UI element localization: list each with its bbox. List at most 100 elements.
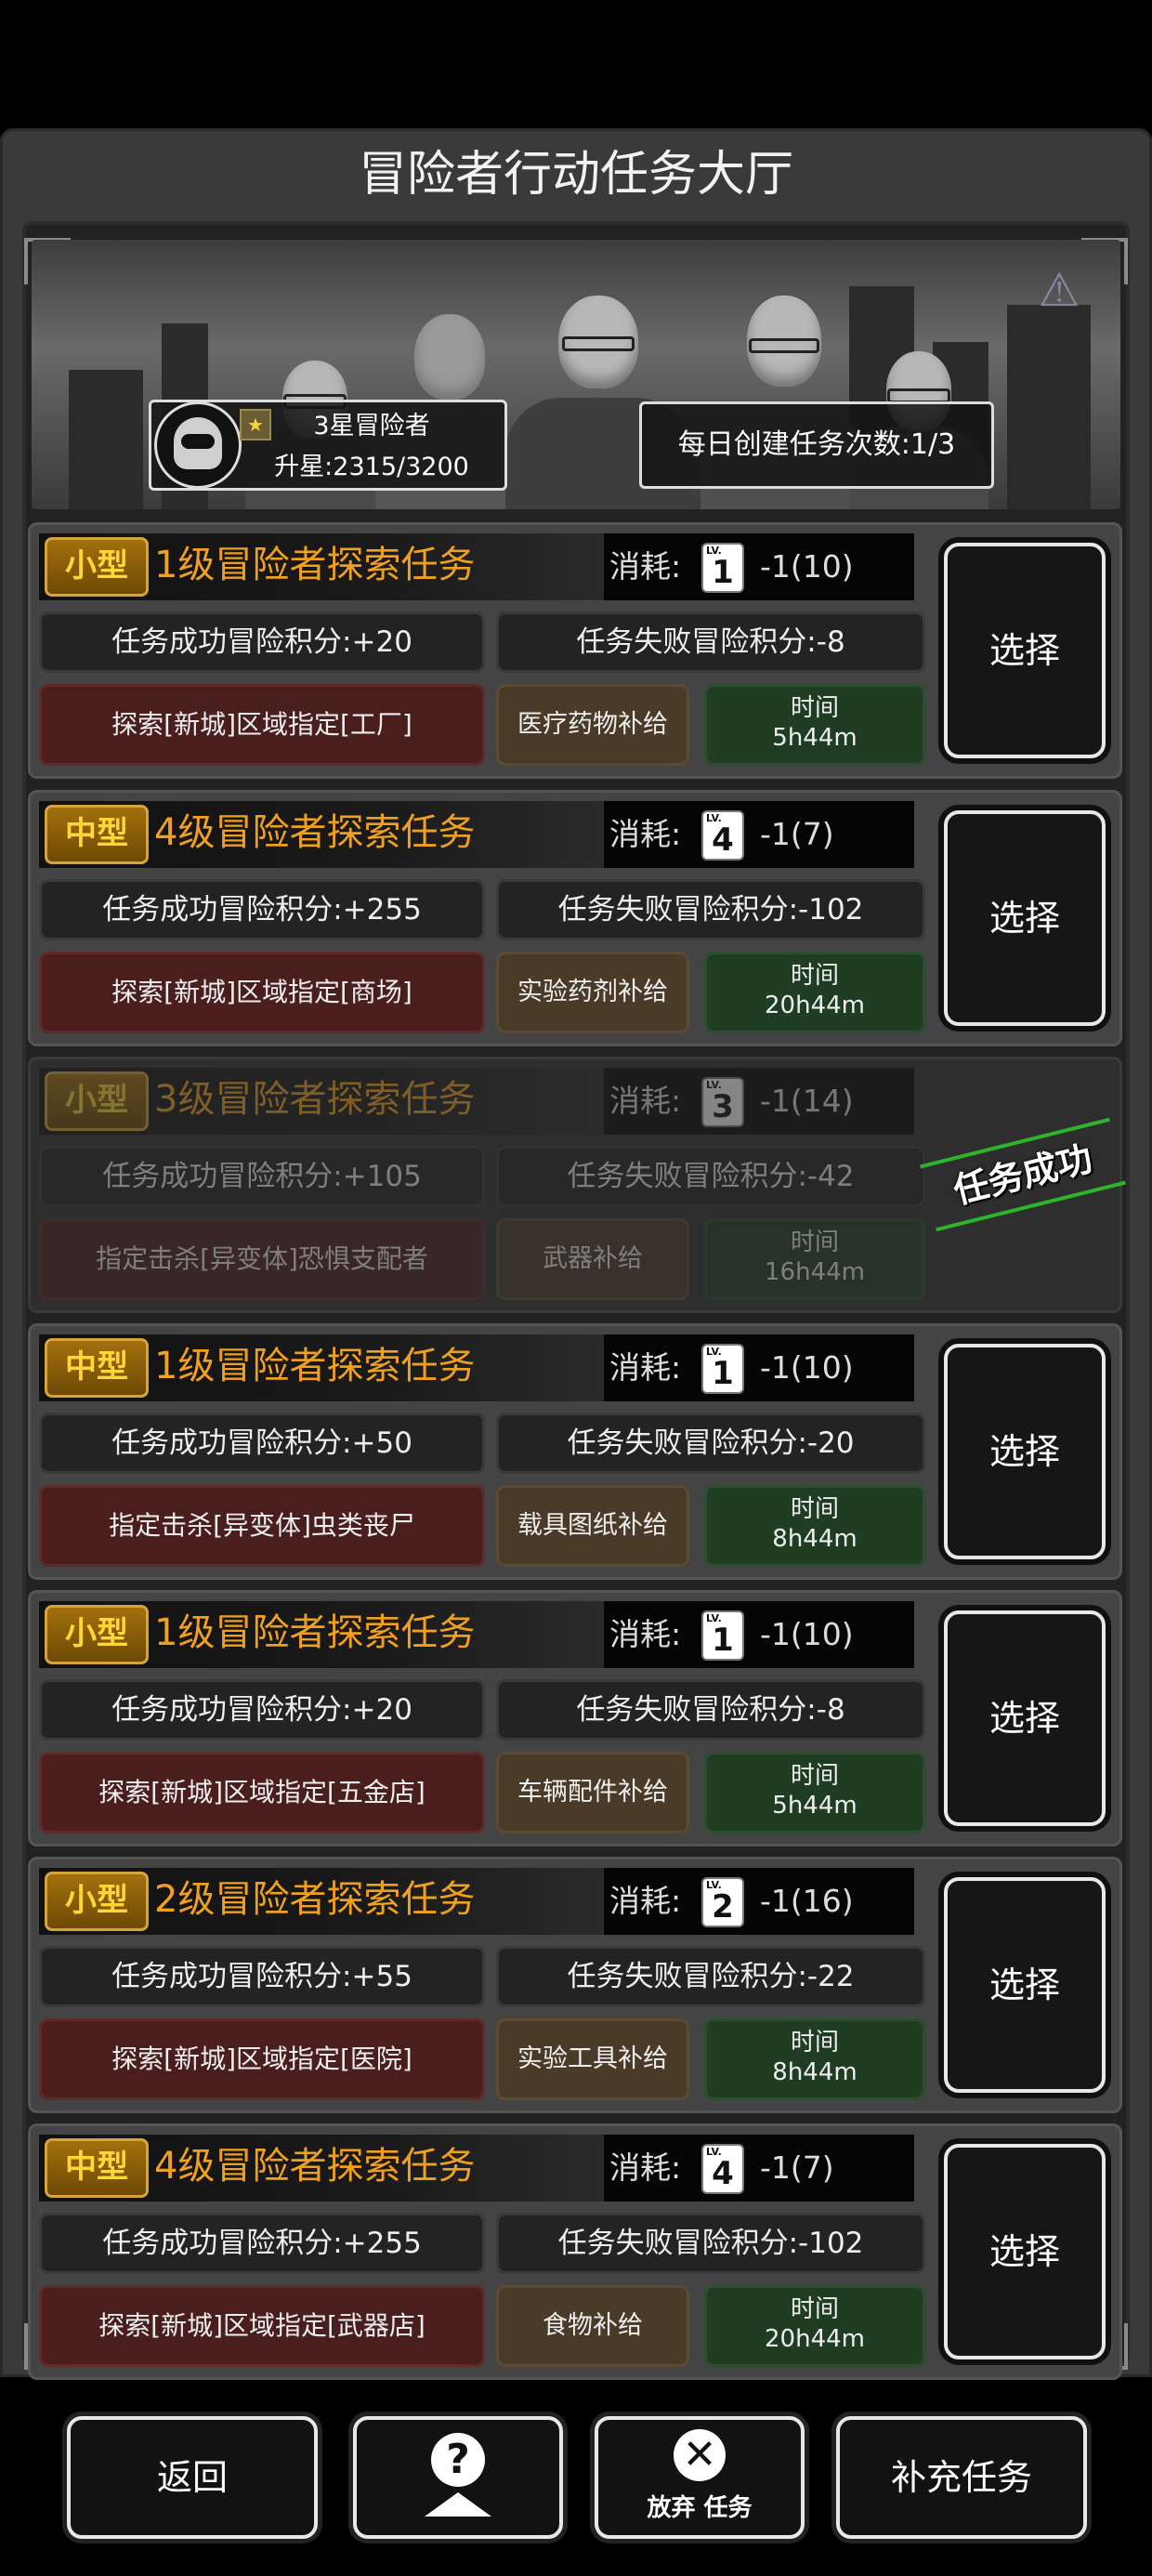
- level-card-icon: LV. 1: [703, 1346, 742, 1392]
- task-supply-reward: 载具图纸补给: [496, 1485, 689, 1567]
- time-label: 时间: [790, 962, 839, 990]
- task-supply-reward: 实验工具补给: [496, 2018, 689, 2100]
- faction-emblem-icon: ⚠: [1038, 263, 1080, 317]
- task-duration: 时间 8h44m: [704, 2018, 925, 2100]
- help-icon: ?: [431, 2433, 485, 2487]
- time-label: 时间: [790, 2029, 839, 2057]
- time-value: 20h44m: [765, 992, 865, 1019]
- task-size-badge: 小型: [45, 1872, 149, 1931]
- success-points: 任务成功冒险积分:+50: [39, 1413, 485, 1474]
- select-task-button[interactable]: 选择: [944, 1877, 1106, 2093]
- success-points: 任务成功冒险积分:+105: [39, 1146, 485, 1207]
- task-target: 指定击杀[异变体]恐惧支配者: [39, 1218, 485, 1300]
- task-size-badge: 小型: [45, 1605, 149, 1664]
- fail-points: 任务失败冒险积分:-20: [496, 1413, 925, 1474]
- cost-value: -1(10): [760, 1616, 854, 1652]
- cost-label: 消耗:: [609, 2149, 682, 2186]
- rank-progress: 升星:2315/3200: [274, 453, 469, 481]
- time-value: 5h44m: [772, 724, 857, 752]
- task-title: 1级冒险者探索任务: [154, 1345, 476, 1387]
- level-card-icon: LV. 1: [703, 545, 742, 591]
- task-target: 探索[新城]区域指定[商场]: [39, 952, 485, 1033]
- fail-points: 任务失败冒险积分:-22: [496, 1946, 925, 2007]
- refill-tasks-button[interactable]: 补充任务: [836, 2416, 1087, 2539]
- cost-label: 消耗:: [609, 548, 682, 585]
- time-value: 20h44m: [765, 2325, 865, 2353]
- task-success-stamp: 任务成功: [920, 1117, 1126, 1232]
- cost-label: 消耗:: [609, 1349, 682, 1386]
- task-supply-reward: 食物补给: [496, 2285, 689, 2367]
- task-title: 2级冒险者探索任务: [154, 1878, 476, 1921]
- task-target: 探索[新城]区域指定[工厂]: [39, 684, 485, 766]
- daily-task-count: 每日创建任务次数:1/3: [639, 401, 994, 489]
- task-supply-reward: 车辆配件补给: [496, 1752, 689, 1833]
- back-button[interactable]: 返回: [67, 2416, 318, 2539]
- task-duration: 时间 16h44m: [704, 1218, 925, 1300]
- select-task-button[interactable]: 选择: [944, 543, 1106, 758]
- help-base-icon: [425, 2492, 491, 2517]
- time-label: 时间: [790, 1762, 839, 1790]
- time-label: 时间: [790, 1229, 839, 1256]
- fail-points: 任务失败冒险积分:-8: [496, 1679, 925, 1741]
- page-title: 冒险者行动任务大厅: [358, 147, 793, 203]
- cost-label: 消耗:: [609, 1616, 682, 1652]
- time-value: 5h44m: [772, 1792, 857, 1820]
- task-card: 中型 1级冒险者探索任务 消耗: LV. 1 -1(10) 任务成功冒险积分:+5…: [28, 1323, 1122, 1580]
- task-duration: 时间 8h44m: [704, 1485, 925, 1567]
- success-points: 任务成功冒险积分:+20: [39, 1679, 485, 1741]
- abandon-label: 放弃 任务: [647, 2494, 753, 2522]
- task-size-badge: 小型: [45, 1071, 149, 1131]
- time-value: 8h44m: [772, 1525, 857, 1553]
- success-points: 任务成功冒险积分:+55: [39, 1946, 485, 2007]
- task-title: 1级冒险者探索任务: [154, 544, 476, 586]
- select-task-button[interactable]: 选择: [944, 1344, 1106, 1559]
- task-target: 探索[新城]区域指定[医院]: [39, 2018, 485, 2100]
- task-title: 4级冒险者探索任务: [154, 811, 476, 854]
- cost-value: -1(10): [760, 1349, 854, 1386]
- level-card-icon: LV. 4: [703, 812, 742, 859]
- cost-value: -1(10): [760, 548, 854, 585]
- task-supply-reward: 实验药剂补给: [496, 952, 689, 1033]
- success-points: 任务成功冒险积分:+20: [39, 611, 485, 673]
- cost-value: -1(7): [760, 2149, 834, 2186]
- task-title: 3级冒险者探索任务: [154, 1078, 476, 1121]
- task-title: 1级冒险者探索任务: [154, 1611, 476, 1654]
- cost-label: 消耗:: [609, 816, 682, 852]
- cost-value: -1(14): [760, 1083, 854, 1119]
- select-task-button[interactable]: 选择: [944, 810, 1106, 1026]
- task-size-badge: 中型: [45, 805, 149, 864]
- select-task-button[interactable]: 选择: [944, 2144, 1106, 2359]
- cost-label: 消耗:: [609, 1083, 682, 1119]
- level-card-icon: LV. 3: [703, 1079, 742, 1125]
- rank-star-icon: ★: [240, 409, 271, 440]
- time-value: 8h44m: [772, 2058, 857, 2086]
- task-duration: 时间 5h44m: [704, 684, 925, 766]
- success-points: 任务成功冒险积分:+255: [39, 879, 485, 940]
- cost-value: -1(7): [760, 816, 834, 852]
- task-supply-reward: 武器补给: [496, 1218, 689, 1300]
- task-supply-reward: 医疗药物补给: [496, 684, 689, 766]
- fail-points: 任务失败冒险积分:-102: [496, 2213, 925, 2274]
- level-card-icon: LV. 2: [703, 1879, 742, 1925]
- task-target: 指定击杀[异变体]虫类丧尸: [39, 1485, 485, 1567]
- help-button[interactable]: ?: [353, 2416, 563, 2539]
- task-duration: 时间 20h44m: [704, 2285, 925, 2367]
- task-card: 中型 4级冒险者探索任务 消耗: LV. 4 -1(7) 任务成功冒险积分:+25…: [28, 790, 1122, 1046]
- task-card: 小型 1级冒险者探索任务 消耗: LV. 1 -1(10) 任务成功冒险积分:+2…: [28, 522, 1122, 779]
- cost-value: -1(16): [760, 1883, 854, 1919]
- task-card: 小型 2级冒险者探索任务 消耗: LV. 2 -1(16) 任务成功冒险积分:+5…: [28, 1857, 1122, 2113]
- task-duration: 时间 5h44m: [704, 1752, 925, 1833]
- task-target: 探索[新城]区域指定[五金店]: [39, 1752, 485, 1833]
- fail-points: 任务失败冒险积分:-102: [496, 879, 925, 940]
- fail-points: 任务失败冒险积分:-8: [496, 611, 925, 673]
- success-points: 任务成功冒险积分:+255: [39, 2213, 485, 2274]
- time-label: 时间: [790, 1495, 839, 1523]
- level-card-icon: LV. 4: [703, 2146, 742, 2192]
- rank-name: 3星冒险者: [313, 412, 430, 440]
- close-icon: ✕: [674, 2429, 726, 2481]
- task-size-badge: 中型: [45, 1338, 149, 1398]
- time-value: 16h44m: [765, 1258, 865, 1286]
- abandon-task-button[interactable]: ✕ 放弃 任务: [595, 2416, 805, 2539]
- task-card: 中型 4级冒险者探索任务 消耗: LV. 4 -1(7) 任务成功冒险积分:+25…: [28, 2123, 1122, 2380]
- select-task-button[interactable]: 选择: [944, 1610, 1106, 1826]
